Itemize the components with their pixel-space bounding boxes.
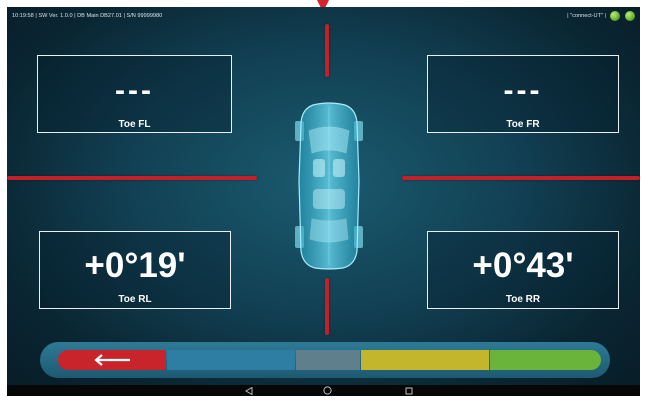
nav-home-icon[interactable]: [323, 386, 332, 395]
toe-rr-label: Toe RR: [505, 294, 541, 305]
nav-back-icon[interactable]: [245, 387, 253, 395]
status-sw-version: SW Ver. 1.0.0: [38, 13, 73, 19]
rear-axis-line: [325, 278, 329, 335]
android-nav-bar: [7, 385, 640, 396]
status-led-icon: [625, 11, 635, 21]
status-info: 10:19:58 | SW Ver. 1.0.0 | DB Main DB27.…: [12, 13, 163, 19]
connection-name: "connect-UT": [570, 13, 603, 19]
toe-rl-value: +0°19': [84, 246, 186, 285]
status-connection: | "connect-UT" |: [567, 13, 606, 19]
toolbar-button-yellow[interactable]: [361, 350, 489, 370]
toolbar-button-gray[interactable]: [296, 350, 360, 370]
toolbar-button-green[interactable]: [490, 350, 601, 370]
toe-fl-label: Toe FL: [118, 119, 151, 130]
toe-fl-value: ---: [115, 74, 154, 107]
back-arrow-icon: [94, 354, 130, 366]
status-serial: S/N 99999980: [126, 13, 163, 19]
toe-fr-value: ---: [503, 74, 543, 107]
status-bar: 10:19:58 | SW Ver. 1.0.0 | DB Main DB27.…: [7, 7, 640, 25]
status-led-icon: [610, 11, 620, 21]
right-axis-line: [402, 176, 640, 180]
back-button[interactable]: [58, 350, 166, 370]
car-topview-icon: [295, 102, 363, 270]
toe-rl-box[interactable]: +0°19' Toe RL: [39, 231, 231, 309]
toe-fr-box[interactable]: --- Toe FR: [427, 55, 619, 133]
toe-rl-label: Toe RL: [118, 294, 152, 305]
toe-rr-box[interactable]: +0°43' Toe RR: [427, 231, 619, 309]
toe-rr-value: +0°43': [472, 246, 574, 285]
alignment-screen: 10:19:58 | SW Ver. 1.0.0 | DB Main DB27.…: [7, 7, 640, 396]
front-axis-line: [325, 24, 329, 77]
status-database: DB Main DB27.01: [77, 13, 122, 19]
toe-fr-label: Toe FR: [506, 119, 540, 130]
toolbar-button-blue[interactable]: [167, 350, 295, 370]
nav-recents-icon[interactable]: [405, 387, 413, 395]
left-axis-line: [7, 176, 257, 180]
status-time: 10:19:58: [12, 13, 34, 19]
toe-fl-box[interactable]: --- Toe FL: [37, 55, 232, 133]
